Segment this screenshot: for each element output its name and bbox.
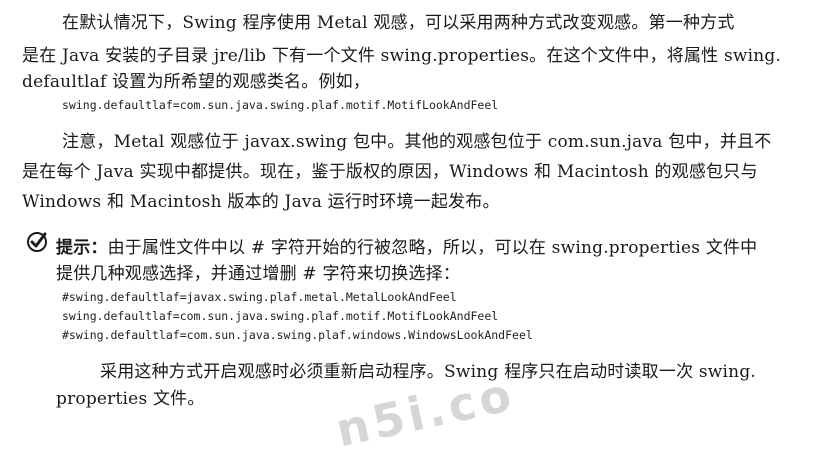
tip-line2: 提供几种观感选择，并通过增删 # 字符来切换选择： [56, 264, 461, 284]
tip-paragraph-line2: properties 文件。 [56, 389, 205, 409]
tip-code-line-1: #swing.defaultlaf=javax.swing.plaf.metal… [62, 290, 457, 304]
tip-paragraph-line1: 采用这种方式开启观感时必须重新启动程序。Swing 程序只在启动时读取一次 sw… [100, 362, 757, 382]
tip-code-line-3: #swing.defaultlaf=com.sun.java.swing.pla… [62, 328, 533, 342]
paragraph1-line1: 在默认情况下，Swing 程序使用 Metal 观感，可以采用两种方式改变观感。… [62, 13, 735, 33]
tip-line1-text: 由于属性文件中以 # 字符开始的行被忽略，所以，可以在 swing.proper… [107, 238, 758, 258]
checkmark-icon [27, 232, 47, 252]
tip-code-line-2: swing.defaultlaf=com.sun.java.swing.plaf… [62, 309, 499, 323]
code-snippet-1: swing.defaultlaf=com.sun.java.swing.plaf… [62, 98, 499, 112]
paragraph2-line2: 是在每个 Java 实现中都提供。现在，鉴于版权的原因，Windows 和 Ma… [22, 162, 758, 182]
paragraph1-line2: 是在 Java 安装的子目录 jre/lib 下有一个文件 swing.prop… [22, 46, 782, 66]
paragraph1-line3: defaultlaf 设置为所希望的观感类名。例如， [22, 72, 371, 92]
tip-line1: 提示：由于属性文件中以 # 字符开始的行被忽略，所以，可以在 swing.pro… [56, 233, 757, 258]
tip-title: 提示： [56, 238, 108, 258]
paragraph2-line1: 注意，Metal 观感位于 javax.swing 包中。其他的观感包位于 co… [62, 132, 772, 152]
document-page: 在默认情况下，Swing 程序使用 Metal 观感，可以采用两种方式改变观感。… [0, 0, 832, 457]
paragraph2-line3: Windows 和 Macintosh 版本的 Java 运行时环境一起发布。 [22, 192, 500, 212]
